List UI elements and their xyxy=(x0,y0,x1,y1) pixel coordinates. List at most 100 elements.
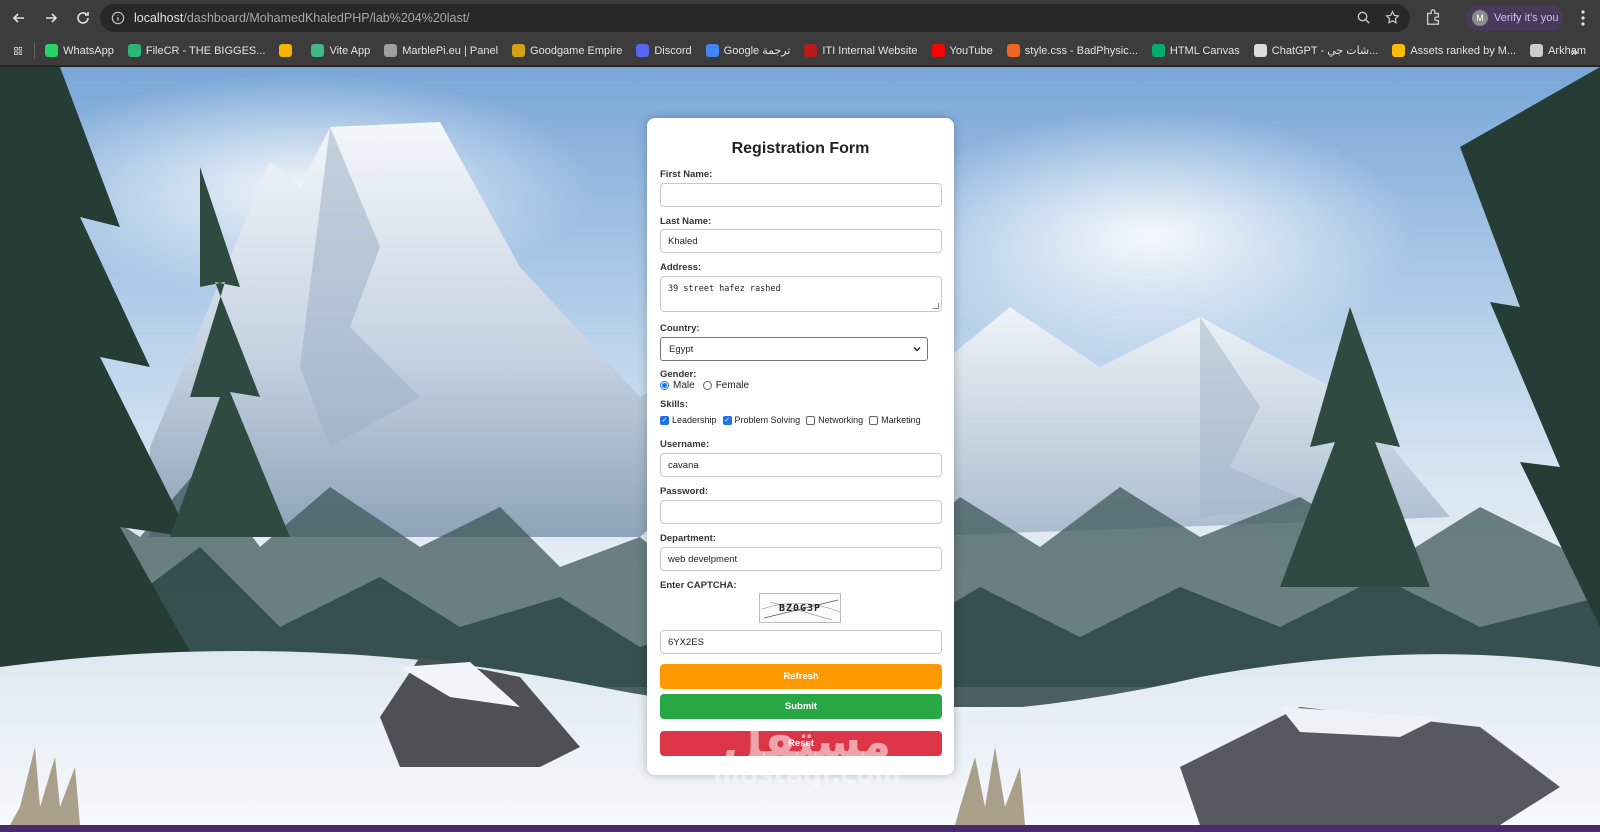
bookmark-favicon-icon xyxy=(1151,44,1165,57)
radio-label: Male xyxy=(673,380,695,391)
profile-chip[interactable]: M Verify it's you xyxy=(1466,5,1564,31)
url-path: /dashboard/MohamedKhaledPHP/lab%204%20la… xyxy=(183,11,470,25)
bookmark-item[interactable]: Vite App xyxy=(311,44,370,57)
bookmark-item[interactable]: WhatsApp xyxy=(45,44,114,57)
bookmark-item[interactable]: YouTube xyxy=(931,44,993,57)
bookmark-star-icon[interactable] xyxy=(1385,10,1400,25)
bookmark-favicon-icon xyxy=(279,44,293,57)
captcha-code: BZ0G3P xyxy=(778,602,822,614)
bookmark-item[interactable]: Google ترجمة xyxy=(705,44,791,57)
checkbox[interactable] xyxy=(806,415,816,425)
address-value: 39 street hafez rashed xyxy=(668,284,781,294)
browser-toolbar: localhost/dashboard/MohamedKhaledPHP/lab… xyxy=(0,0,1600,36)
checkmark-icon[interactable]: ✓ xyxy=(660,415,669,425)
password-input[interactable] xyxy=(660,500,942,524)
profile-chip-label: Verify it's you xyxy=(1494,12,1559,24)
bookmark-item[interactable]: Assets ranked by M... xyxy=(1392,44,1516,57)
bookmark-label: WhatsApp xyxy=(63,44,114,57)
registration-form-card: Registration Form First Name: Last Name:… xyxy=(647,118,954,775)
back-button[interactable] xyxy=(4,3,34,33)
avatar: M xyxy=(1472,10,1488,26)
gender-option-female[interactable]: Female xyxy=(702,380,750,391)
bookmark-item[interactable]: style.css - BadPhysic... xyxy=(1006,44,1138,57)
skills-checkbox-group: ✓ Leadership ✓ Problem Solving Networking Mar… xyxy=(660,415,927,425)
address-label: Address: xyxy=(660,262,702,273)
address-bar[interactable]: localhost/dashboard/MohamedKhaledPHP/lab… xyxy=(100,4,1410,32)
taskbar-edge xyxy=(0,825,1600,832)
chevron-down-icon xyxy=(913,347,921,352)
bookmark-favicon-icon xyxy=(45,44,59,57)
skill-option[interactable]: ✓ Leadership xyxy=(660,415,717,425)
bookmark-favicon-icon xyxy=(804,44,818,57)
apps-grid-icon[interactable] xyxy=(14,44,23,58)
checkbox-label: Problem Solving xyxy=(734,415,801,425)
bookmark-item[interactable]: ChatGPT - شات جي... xyxy=(1253,44,1379,57)
forward-button[interactable] xyxy=(36,3,66,33)
captcha-image: BZ0G3P xyxy=(759,593,841,623)
checkbox-label: Marketing xyxy=(881,415,921,425)
bookmark-favicon-icon xyxy=(127,44,141,57)
bookmarks-overflow-button[interactable]: » xyxy=(1571,44,1578,59)
bookmark-favicon-icon xyxy=(1530,44,1544,57)
bookmark-item[interactable]: Discord xyxy=(636,44,692,57)
department-label: Department: xyxy=(660,533,716,544)
password-label: Password: xyxy=(660,486,709,497)
more-menu-button[interactable] xyxy=(1574,8,1592,28)
gender-option-male[interactable]: Male xyxy=(660,380,695,391)
address-textarea[interactable]: 39 street hafez rashed xyxy=(660,276,942,312)
skill-option[interactable]: Networking xyxy=(806,415,863,425)
bookmarks-bar: WhatsApp FileCR - THE BIGGES... Vite App Ma… xyxy=(0,36,1600,66)
bookmark-item[interactable]: Goodgame Empire xyxy=(512,44,622,57)
bookmark-favicon-icon xyxy=(384,44,398,57)
submit-button[interactable]: Submit xyxy=(660,694,942,719)
refresh-button[interactable]: Refresh xyxy=(660,664,942,689)
radio-button[interactable] xyxy=(660,381,669,390)
username-input[interactable]: cavana xyxy=(660,453,942,477)
bookmark-item[interactable] xyxy=(279,44,297,57)
last-name-input[interactable]: Khaled xyxy=(660,229,942,253)
bookmark-favicon-icon xyxy=(1392,44,1406,57)
page-title: Registration Form xyxy=(731,140,870,157)
puzzle-icon xyxy=(1426,9,1440,25)
bookmark-favicon-icon xyxy=(1006,44,1020,57)
bookmark-label: ITI Internal Website xyxy=(822,44,918,57)
reload-button[interactable] xyxy=(68,3,98,33)
bookmark-label: Arkham xyxy=(1548,44,1586,57)
checkbox-label: Leadership xyxy=(672,415,717,425)
radio-label: Female xyxy=(715,380,750,391)
checkbox[interactable] xyxy=(869,415,879,425)
country-label: Country: xyxy=(660,323,700,334)
checkmark-icon[interactable]: ✓ xyxy=(722,415,732,425)
bookmark-list: WhatsApp FileCR - THE BIGGES... Vite App Ma… xyxy=(45,44,1600,57)
bookmark-item[interactable]: MarblePi.eu | Panel xyxy=(384,44,498,57)
kebab-menu-icon xyxy=(1581,10,1585,26)
bookmark-label: MarblePi.eu | Panel xyxy=(402,44,499,57)
country-selected-value: Egypt xyxy=(669,343,694,355)
zoom-icon[interactable] xyxy=(1356,10,1371,25)
bookmark-favicon-icon xyxy=(512,44,526,57)
country-select[interactable]: Egypt xyxy=(660,337,928,361)
skills-label: Skills: xyxy=(660,399,688,410)
reload-icon xyxy=(77,12,89,24)
bookmark-label: Google ترجمة xyxy=(723,45,791,57)
bookmark-item[interactable]: HTML Canvas xyxy=(1151,44,1240,57)
bookmark-label: YouTube xyxy=(949,44,993,57)
bookmark-favicon-icon xyxy=(636,44,650,57)
resize-handle[interactable] xyxy=(933,303,939,309)
skill-option[interactable]: ✓ Problem Solving xyxy=(722,415,801,425)
last-name-label: Last Name: xyxy=(660,216,712,227)
first-name-input[interactable] xyxy=(660,183,942,207)
bookmark-item[interactable]: FileCR - THE BIGGES... xyxy=(127,44,265,57)
skill-option[interactable]: Marketing xyxy=(869,415,921,425)
department-input[interactable]: web develpment xyxy=(660,547,942,571)
reset-button[interactable]: Reset xyxy=(660,731,942,756)
url-text: localhost/dashboard/MohamedKhaledPHP/lab… xyxy=(134,11,470,25)
captcha-input[interactable]: 6YX2ES xyxy=(660,630,942,654)
radio-button[interactable] xyxy=(702,381,712,390)
extensions-button[interactable] xyxy=(1424,8,1444,28)
bookmark-label: ChatGPT - شات جي... xyxy=(1271,45,1379,57)
arrow-left-icon xyxy=(12,13,24,23)
bookmark-favicon-icon xyxy=(931,44,945,57)
bookmark-item[interactable]: ITI Internal Website xyxy=(804,44,918,57)
info-icon[interactable] xyxy=(110,10,126,26)
